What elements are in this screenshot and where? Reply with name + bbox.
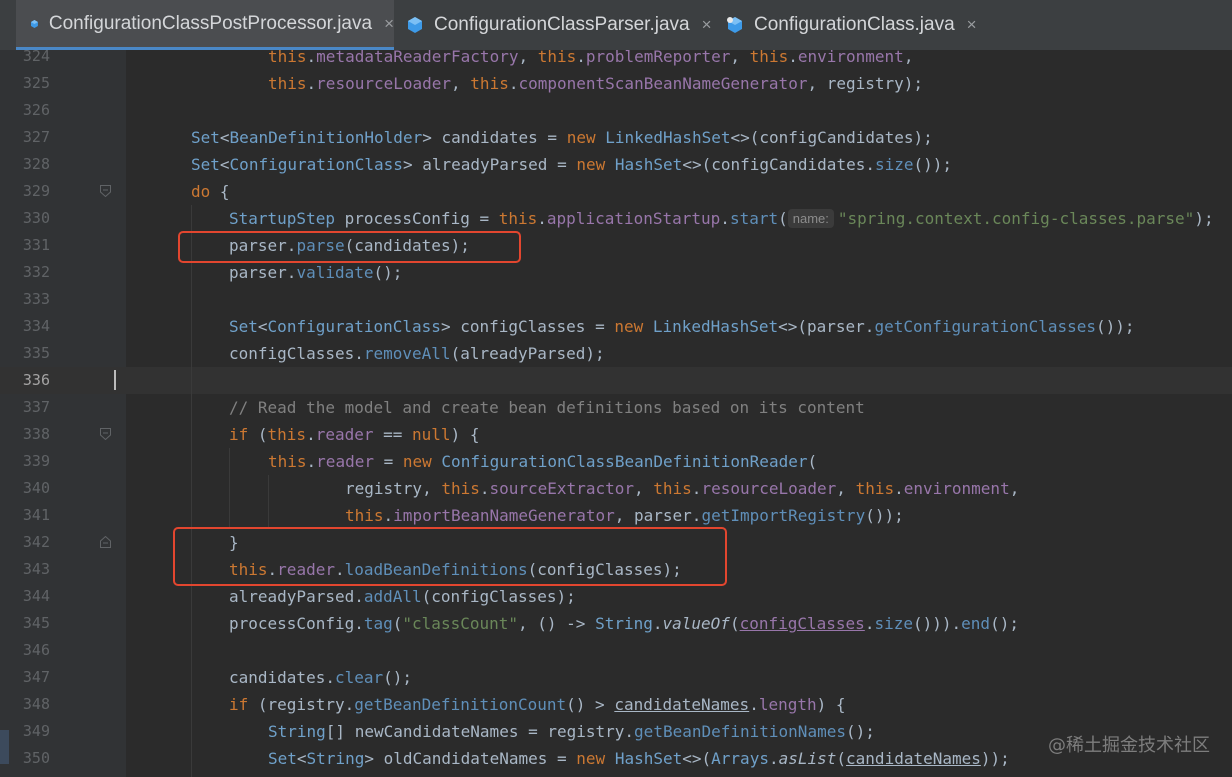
line-number: 349 — [22, 722, 50, 740]
code-line: 327 Set<BeanDefinitionHolder> candidates… — [0, 124, 1232, 151]
tab-label: ConfigurationClassParser.java — [434, 14, 690, 35]
code-text: this.importBeanNameGenerator, parser.get… — [345, 506, 904, 525]
code-text: candidates.clear(); — [229, 668, 413, 687]
line-number: 342 — [22, 533, 50, 551]
code-line: 334 Set<ConfigurationClass> configClasse… — [0, 313, 1232, 340]
code-line: 337 // Read the model and create bean de… — [0, 394, 1232, 421]
line-number: 334 — [22, 317, 50, 335]
code-line: 324 this.metadataReaderFactory, this.pro… — [0, 43, 1232, 70]
code-line: 348 if (registry.getBeanDefinitionCount(… — [0, 691, 1232, 718]
code-text: parser.validate(); — [229, 263, 403, 282]
code-line: 346 — [0, 637, 1232, 664]
line-number: 347 — [22, 668, 50, 686]
code-text: if (this.reader == null) { — [229, 425, 480, 444]
code-line: 329 do { — [0, 178, 1232, 205]
line-number: 338 — [22, 425, 50, 443]
code-text: registry, this.sourceExtractor, this.res… — [345, 479, 1020, 498]
line-number: 341 — [22, 506, 50, 524]
line-number: 326 — [22, 101, 50, 119]
line-number: 343 — [22, 560, 50, 578]
line-number: 332 — [22, 263, 50, 281]
line-number: 344 — [22, 587, 50, 605]
code-text: this.resourceLoader, this.componentScanB… — [268, 74, 924, 93]
line-number: 337 — [22, 398, 50, 416]
line-number: 333 — [22, 290, 50, 308]
code-line: 338 if (this.reader == null) { — [0, 421, 1232, 448]
line-number: 336 — [22, 371, 50, 389]
indent-guide — [229, 448, 230, 529]
code-text: Set<ConfigurationClass> alreadyParsed = … — [191, 155, 953, 174]
code-line: 339 this.reader = new ConfigurationClass… — [0, 448, 1232, 475]
line-number: 328 — [22, 155, 50, 173]
fold-icon[interactable] — [100, 185, 111, 197]
code-text: Set<BeanDefinitionHolder> candidates = n… — [191, 128, 933, 147]
code-line: 340 registry, this.sourceExtractor, this… — [0, 475, 1232, 502]
code-line: 347 candidates.clear(); — [0, 664, 1232, 691]
code-line: 325 this.resourceLoader, this.componentS… — [0, 70, 1232, 97]
line-number: 324 — [22, 47, 50, 65]
line-number: 350 — [22, 749, 50, 767]
code-line: 335 configClasses.removeAll(alreadyParse… — [0, 340, 1232, 367]
code-text: do { — [191, 182, 230, 201]
code-line: 341 this.importBeanNameGenerator, parser… — [0, 502, 1232, 529]
code-text: Set<String> oldCandidateNames = new Hash… — [268, 749, 1010, 768]
code-line: 328 Set<ConfigurationClass> alreadyParse… — [0, 151, 1232, 178]
fold-icon[interactable] — [100, 428, 111, 440]
code-text: String[] newCandidateNames = registry.ge… — [268, 722, 875, 741]
code-line-current: 336 — [0, 367, 1232, 394]
code-line: 333 — [0, 286, 1232, 313]
highlight-box-parse — [178, 231, 521, 263]
java-annotated-class-icon — [727, 17, 742, 33]
code-comment: // Read the model and create bean defini… — [229, 398, 865, 417]
code-text: processConfig.tag("classCount", () -> St… — [229, 614, 1019, 633]
line-number: 335 — [22, 344, 50, 362]
line-number: 329 — [22, 182, 50, 200]
tab-label: ConfigurationClass.java — [754, 14, 955, 35]
code-text: configClasses.removeAll(alreadyParsed); — [229, 344, 605, 363]
line-number: 345 — [22, 614, 50, 632]
java-class-icon — [408, 17, 422, 33]
code-text: if (registry.getBeanDefinitionCount() > … — [229, 695, 846, 714]
code-text: Set<ConfigurationClass> configClasses = … — [229, 317, 1135, 336]
code-line: 330 StartupStep processConfig = this.app… — [0, 205, 1232, 232]
line-number: 325 — [22, 74, 50, 92]
parameter-hint: name: — [787, 209, 834, 228]
close-icon[interactable]: × — [384, 14, 394, 34]
watermark: @稀土掘金技术社区 — [1048, 735, 1210, 756]
code-text: alreadyParsed.addAll(configClasses); — [229, 587, 576, 606]
line-number: 330 — [22, 209, 50, 227]
indent-guide — [191, 205, 192, 777]
line-number: 327 — [22, 128, 50, 146]
code-line: 326 — [0, 97, 1232, 124]
code-text: StartupStep processConfig = this.applica… — [229, 209, 1214, 228]
line-number: 340 — [22, 479, 50, 497]
code-text: this.metadataReaderFactory, this.problem… — [268, 47, 914, 66]
close-icon[interactable]: × — [967, 15, 977, 35]
java-class-icon — [30, 19, 38, 28]
close-icon[interactable]: × — [702, 15, 712, 35]
line-number: 339 — [22, 452, 50, 470]
line-number: 331 — [22, 236, 50, 254]
code-text: this.reader = new ConfigurationClassBean… — [268, 452, 818, 471]
code-line: 344 alreadyParsed.addAll(configClasses); — [0, 583, 1232, 610]
tab-label: ConfigurationClassPostProcessor.java — [48, 12, 373, 34]
text-caret — [114, 370, 116, 390]
highlight-box-load-bean-definitions — [173, 527, 727, 586]
code-line: 345 processConfig.tag("classCount", () -… — [0, 610, 1232, 637]
fold-icon[interactable] — [100, 536, 111, 548]
line-number: 348 — [22, 695, 50, 713]
indent-guide — [268, 475, 269, 529]
code-line: 332 parser.validate(); — [0, 259, 1232, 286]
line-number: 346 — [22, 641, 50, 659]
